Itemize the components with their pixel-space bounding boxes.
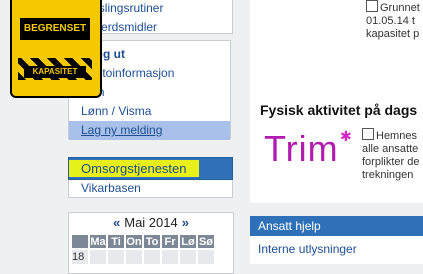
omsorg-header: Omsorgstjenesten — [68, 157, 233, 180]
salary-link[interactable]: Lønn / Visma — [69, 102, 230, 121]
omsorg-title[interactable]: Omsorgstjenesten — [69, 160, 199, 177]
poster-text-2: KAPASITET — [24, 66, 86, 78]
capacity-poster-image[interactable]: BEGRENSET KAPASITET — [10, 0, 102, 98]
vikarbasen-link[interactable]: Vikarbasen — [68, 180, 233, 198]
news-heading[interactable]: Fysisk aktivitet på dags — [260, 102, 417, 118]
calendar-month: Mai 2014 — [124, 215, 178, 230]
weekday-header: Ma — [90, 235, 106, 248]
calendar: « Mai 2014 » Ma Ti On To Fr Lø Sø 18 — [68, 212, 234, 274]
weekday-header: Sø — [198, 235, 214, 248]
calendar-day[interactable] — [180, 250, 196, 264]
ansatt-help-title: Ansatt hjelp — [250, 216, 423, 236]
capacity-news-text: Grunnet 01.05.14 t kapasitet p — [366, 0, 420, 40]
note-icon — [362, 128, 374, 140]
calendar-grid: Ma Ti On To Fr Lø Sø 18 — [70, 233, 216, 266]
ansatt-help-panel: Ansatt hjelp Interne utlysninger — [250, 216, 423, 264]
note-icon — [366, 0, 378, 12]
internal-postings-link[interactable]: Interne utlysninger — [250, 236, 423, 262]
weekday-header: On — [126, 235, 142, 248]
new-message-link[interactable]: Lag ny melding — [69, 121, 230, 140]
asterisk-icon: ✱ — [340, 128, 353, 144]
calendar-day[interactable] — [198, 250, 214, 264]
calendar-title: « Mai 2014 » — [69, 213, 233, 233]
prev-month-button[interactable]: « — [113, 215, 120, 230]
calendar-day[interactable] — [126, 250, 142, 264]
calendar-day[interactable] — [162, 250, 178, 264]
weekday-header — [72, 235, 88, 248]
week-number: 18 — [72, 250, 88, 264]
calendar-day[interactable] — [144, 250, 160, 264]
calendar-day[interactable] — [108, 250, 124, 264]
weekday-header: Ti — [108, 235, 124, 248]
calendar-day[interactable] — [90, 250, 106, 264]
weekday-header: To — [144, 235, 160, 248]
trim-news-text: Hemnes alle ansatte forplikter de trekni… — [362, 128, 420, 181]
weekday-header: Lø — [180, 235, 196, 248]
trim-logo[interactable]: Trim ✱ — [264, 128, 352, 170]
weekday-header: Fr — [162, 235, 178, 248]
omsorg-panel: Omsorgstjenesten Vikarbasen — [68, 157, 233, 198]
poster-text-1: BEGRENSET — [20, 18, 90, 40]
next-month-button[interactable]: » — [182, 215, 189, 230]
